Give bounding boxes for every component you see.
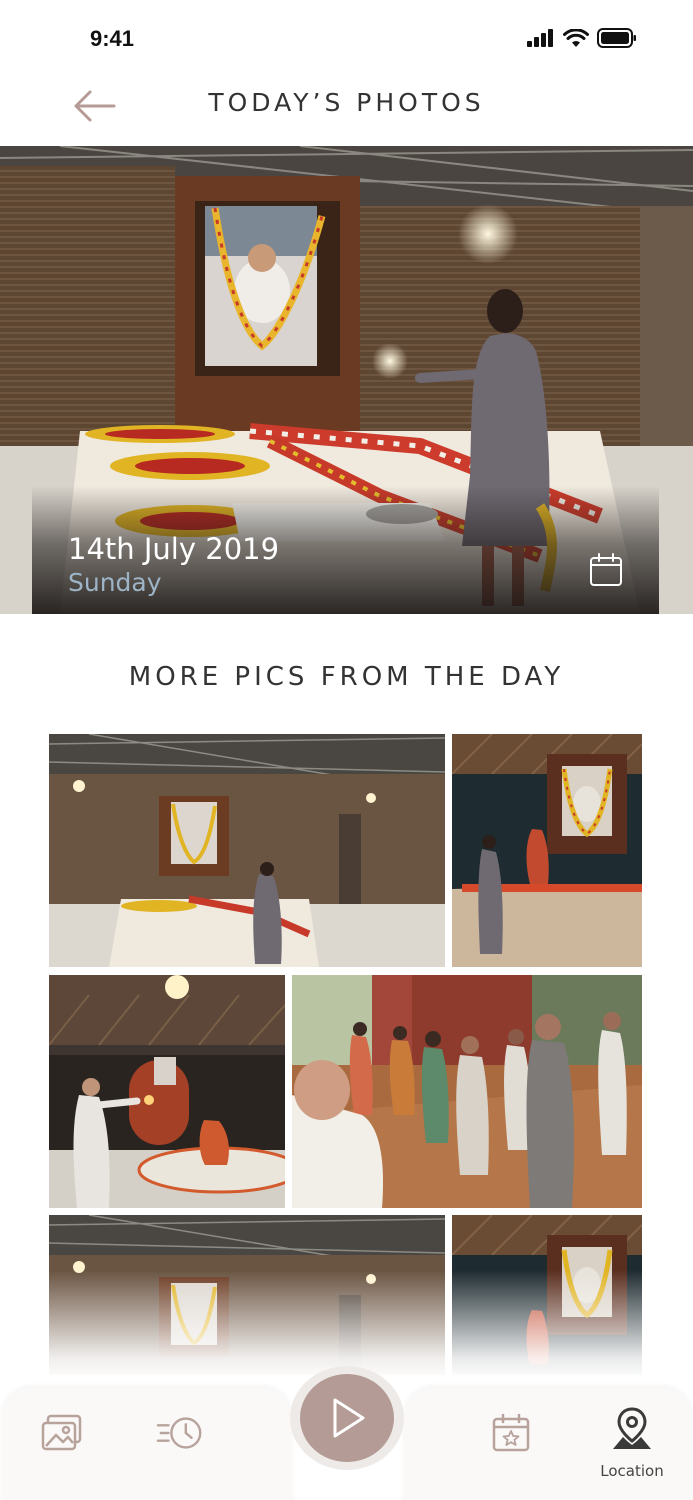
nav-item-events[interactable] <box>486 1410 536 1456</box>
devotees-photo <box>292 975 642 1208</box>
play-icon <box>333 1398 365 1438</box>
hall-photo <box>49 734 445 967</box>
aarti-photo <box>49 975 285 1208</box>
status-time: 9:41 <box>90 26 135 51</box>
play-button[interactable] <box>300 1374 394 1462</box>
nav-item-location[interactable] <box>607 1406 657 1452</box>
battery-icon <box>597 28 636 48</box>
calendar-icon <box>590 553 622 586</box>
page-title: TODAY’S PHOTOS <box>208 88 485 117</box>
nav-item-gallery[interactable] <box>37 1410 87 1456</box>
grid-photo-hall[interactable] <box>49 734 445 967</box>
grid-photo-shrine-2[interactable] <box>452 1215 642 1375</box>
nav-label-location: Location <box>600 1462 664 1480</box>
calendar-star-icon <box>492 1413 530 1452</box>
hall-photo-2 <box>49 1215 445 1375</box>
status-bar: 9:41 <box>0 0 693 70</box>
hero-day: Sunday <box>68 568 162 597</box>
location-pin-icon <box>613 1407 651 1449</box>
hero-date: 14th July 2019 <box>68 532 280 566</box>
nav-item-history[interactable] <box>156 1410 206 1456</box>
wifi-icon <box>563 28 589 47</box>
signal-icon <box>527 29 553 47</box>
gallery-icon <box>41 1414 82 1451</box>
section-title: MORE PICS FROM THE DAY <box>128 662 565 692</box>
calendar-button[interactable] <box>588 552 624 588</box>
grid-photo-shrine[interactable] <box>452 734 642 967</box>
history-icon <box>156 1417 202 1449</box>
grid-photo-hall-2[interactable] <box>49 1215 445 1375</box>
status-icons <box>527 28 637 48</box>
shrine-photo <box>452 734 642 967</box>
bottom-nav: Location <box>0 1366 693 1500</box>
header: TODAY’S PHOTOS <box>0 70 693 146</box>
grid-photo-devotees[interactable] <box>292 975 642 1208</box>
shrine-photo-2 <box>452 1215 642 1375</box>
grid-photo-aarti[interactable] <box>49 975 285 1208</box>
